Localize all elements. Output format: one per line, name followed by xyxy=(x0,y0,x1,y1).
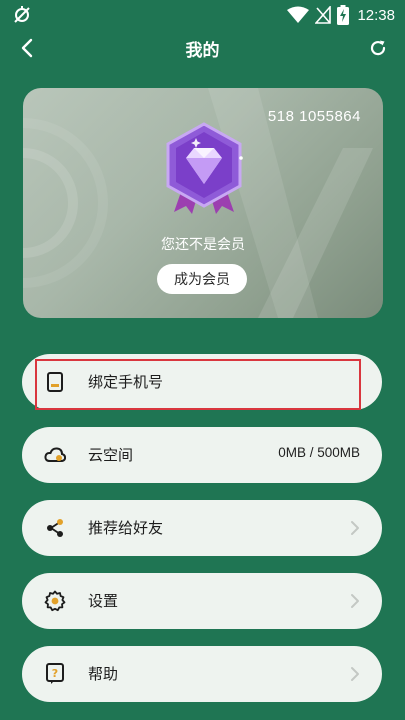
refresh-icon xyxy=(370,40,386,56)
menu-item-help[interactable]: ? 帮助 xyxy=(22,646,382,702)
help-icon: ? xyxy=(44,663,66,685)
title-bar: 我的 xyxy=(0,30,405,66)
menu-item-settings[interactable]: 设置 xyxy=(22,573,382,629)
chevron-right-icon xyxy=(351,594,359,608)
menu-item-label: 帮助 xyxy=(88,665,119,683)
refresh-button[interactable] xyxy=(365,35,391,61)
menu-item-label: 推荐给好友 xyxy=(88,519,164,537)
diamond-badge-icon xyxy=(166,122,243,214)
member-card: 518 1055864 您还不是会员 成为会员 xyxy=(23,88,383,318)
chevron-right-icon xyxy=(351,521,359,535)
wifi-icon xyxy=(287,6,310,23)
battery-charging-icon xyxy=(337,5,350,25)
no-sim-icon xyxy=(14,6,30,23)
share-icon xyxy=(44,517,66,539)
cloud-icon xyxy=(44,444,66,466)
menu-item-cloud-space[interactable]: 云空间 0MB / 500MB xyxy=(22,427,382,483)
menu-item-label: 云空间 xyxy=(88,446,134,464)
status-time: 12:38 xyxy=(357,6,395,24)
storage-usage: 0MB / 500MB xyxy=(278,445,360,460)
become-member-button[interactable]: 成为会员 xyxy=(157,264,247,294)
page-title: 我的 xyxy=(185,41,220,61)
gear-icon xyxy=(44,590,66,612)
member-status-text: 您还不是会员 xyxy=(161,237,245,253)
chevron-right-icon xyxy=(351,667,359,681)
member-id: 518 1055864 xyxy=(267,108,361,125)
svg-text:?: ? xyxy=(52,667,58,680)
status-bar: 12:38 xyxy=(0,0,405,30)
highlight-box xyxy=(35,359,361,410)
menu-item-label: 设置 xyxy=(88,592,119,610)
menu-item-share[interactable]: 推荐给好友 xyxy=(22,500,382,556)
signal-off-icon xyxy=(315,6,332,24)
